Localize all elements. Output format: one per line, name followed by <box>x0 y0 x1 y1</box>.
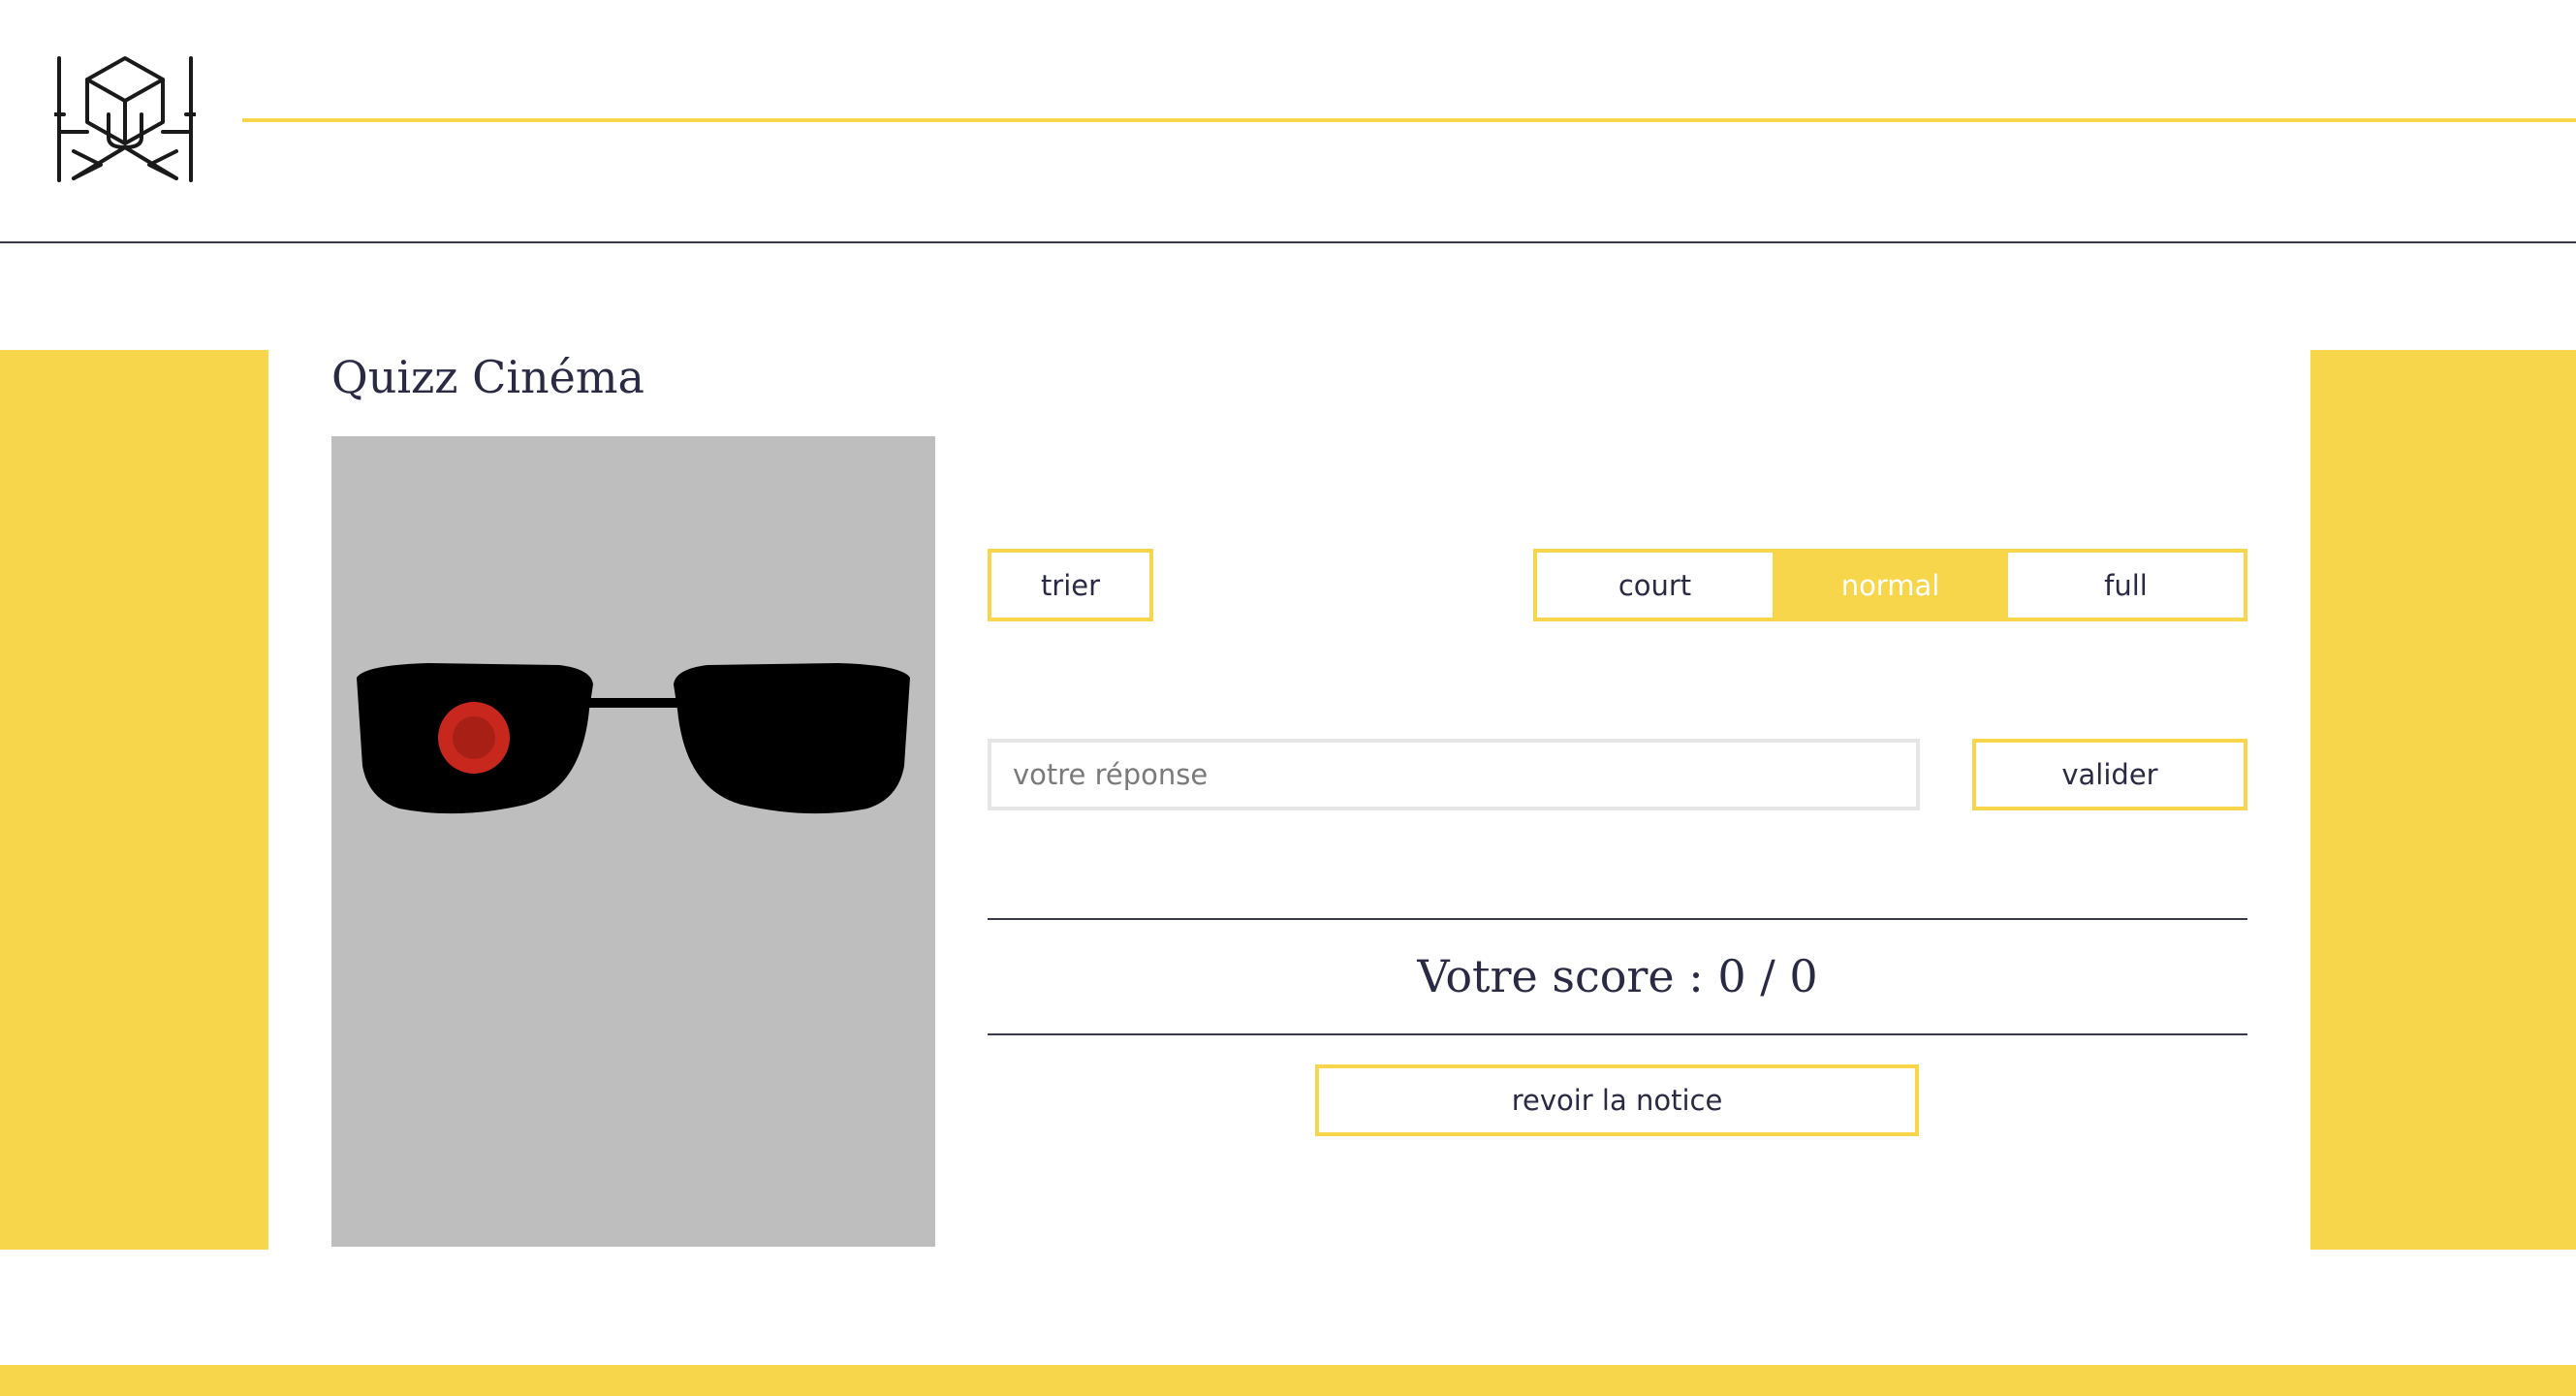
header-accent-line <box>242 118 2576 122</box>
review-notice-button[interactable]: revoir la notice <box>1315 1064 1919 1136</box>
right-accent-band <box>2310 350 2576 1250</box>
movie-poster <box>331 436 935 1247</box>
sort-button[interactable]: trier <box>988 549 1153 621</box>
left-accent-band <box>0 350 268 1250</box>
submit-button[interactable]: valider <box>1972 739 2247 810</box>
length-option-full[interactable]: full <box>2008 553 2244 618</box>
divider <box>988 918 2247 920</box>
divider <box>988 1033 2247 1035</box>
site-footer <box>0 1365 2576 1396</box>
logo-icon[interactable] <box>54 54 196 184</box>
answer-input[interactable] <box>988 739 1920 810</box>
page-title: Quizz Cinéma <box>331 351 644 403</box>
length-selector: court normal full <box>1533 549 2247 621</box>
length-option-normal[interactable]: normal <box>1773 553 2008 618</box>
length-option-court[interactable]: court <box>1537 553 1773 618</box>
sunglasses-red-eye-icon <box>357 663 910 814</box>
site-header <box>0 0 2576 243</box>
score-display: Votre score : 0 / 0 <box>1417 950 1818 1002</box>
